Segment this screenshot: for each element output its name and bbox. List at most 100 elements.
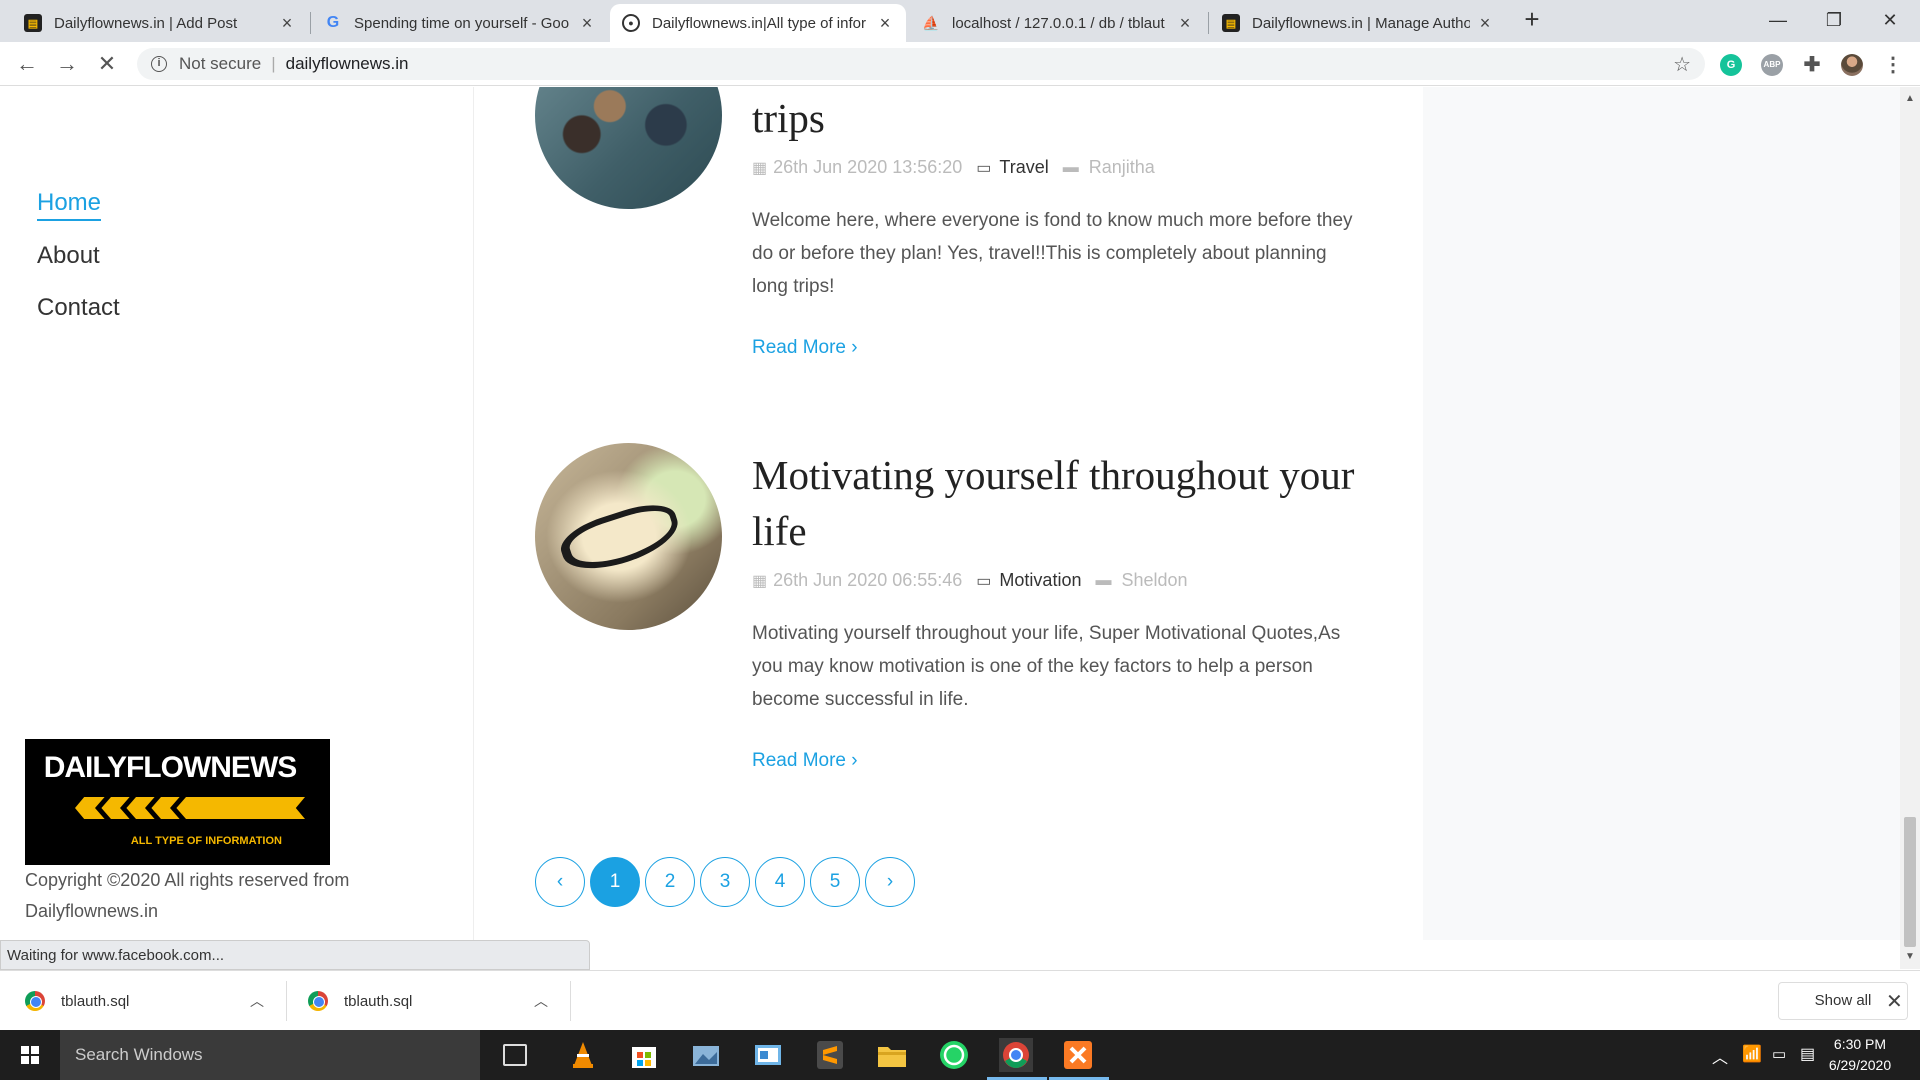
nav-contact-link[interactable]: Contact bbox=[37, 294, 120, 322]
wifi-icon[interactable]: 📶 bbox=[1742, 1044, 1762, 1080]
stop-loading-icon[interactable]: ✕ bbox=[93, 50, 121, 78]
grammarly-extension-icon[interactable]: G bbox=[1720, 54, 1742, 76]
close-icon[interactable]: × bbox=[1476, 13, 1494, 34]
chevron-right-icon: › bbox=[851, 337, 858, 358]
taskbar-clock[interactable]: 6:30 PM 6/29/2020 bbox=[1820, 1034, 1900, 1076]
post-meta: ▦ 26th Jun 2020 13:56:20 ▭ Travel ▬ Ranj… bbox=[752, 157, 1155, 178]
scrollbar-thumb[interactable] bbox=[1904, 817, 1916, 947]
bookmark-star-icon[interactable]: ☆ bbox=[1673, 52, 1691, 77]
post-thumbnail[interactable] bbox=[535, 443, 722, 630]
chrome-file-icon bbox=[25, 991, 45, 1011]
post-author: Ranjitha bbox=[1088, 157, 1155, 177]
close-icon[interactable]: × bbox=[1176, 13, 1194, 34]
loading-status: Waiting for www.facebook.com... bbox=[0, 940, 590, 970]
nav-home-link[interactable]: Home bbox=[37, 189, 102, 221]
taskbar-search[interactable]: Search Windows bbox=[60, 1030, 480, 1080]
whatsapp-icon[interactable] bbox=[937, 1038, 971, 1072]
page-4-button[interactable]: 4 bbox=[755, 857, 805, 907]
tab-dailyflownews-home[interactable]: ● Dailyflownews.in|All type of infor × bbox=[610, 4, 906, 42]
xampp-icon[interactable] bbox=[1061, 1038, 1095, 1072]
file-explorer-icon[interactable] bbox=[875, 1038, 909, 1072]
scroll-down-arrow-icon[interactable]: ▼ bbox=[1900, 951, 1920, 962]
chevron-up-icon[interactable]: ︿ bbox=[250, 991, 264, 1011]
vlc-icon[interactable] bbox=[566, 1038, 600, 1072]
kebab-menu-icon[interactable]: ⋮ bbox=[1882, 54, 1904, 76]
folder-icon: ▭ bbox=[976, 159, 992, 177]
page-5-button[interactable]: 5 bbox=[810, 857, 860, 907]
post-category[interactable]: Motivation bbox=[999, 570, 1081, 591]
scroll-up-arrow-icon[interactable]: ▲ bbox=[1900, 93, 1920, 104]
forward-arrow-icon[interactable]: → bbox=[53, 50, 81, 78]
clock-date: 6/29/2020 bbox=[1828, 1057, 1892, 1073]
chevron-up-icon[interactable]: ︿ bbox=[534, 991, 548, 1011]
url-text[interactable]: dailyflownews.in bbox=[286, 54, 409, 74]
restore-icon[interactable]: ❐ bbox=[1806, 0, 1862, 40]
chrome-taskbar-icon[interactable] bbox=[999, 1038, 1033, 1072]
post-excerpt: Welcome here, where everyone is fond to … bbox=[752, 210, 1353, 297]
tab-add-post[interactable]: ▤ Dailyflownews.in | Add Post × bbox=[12, 4, 308, 42]
phpmyadmin-favicon: ⛵ bbox=[922, 14, 940, 31]
nav-about-link[interactable]: About bbox=[37, 242, 100, 270]
read-more-label: Read More bbox=[752, 750, 846, 771]
tab-phpmyadmin[interactable]: ⛵ localhost / 127.0.0.1 / db / tblaut × bbox=[910, 4, 1206, 42]
info-icon[interactable]: i bbox=[151, 56, 167, 72]
copyright-text: Copyright ©2020 All rights reserved from… bbox=[25, 870, 350, 921]
tab-strip: ▤ Dailyflownews.in | Add Post × G Spendi… bbox=[0, 0, 1920, 42]
notification-icon[interactable]: ▤ bbox=[1800, 1044, 1815, 1080]
divider bbox=[286, 981, 287, 1021]
download-item[interactable]: tblauth.sql ︿ bbox=[25, 971, 270, 1031]
post-meta: ▦ 26th Jun 2020 06:55:46 ▭ Motivation ▬ … bbox=[752, 570, 1188, 591]
tab-manage-authors[interactable]: ▤ Dailyflownews.in | Manage Autho × bbox=[1210, 4, 1506, 42]
logo-title: DAILYFLOWNEWS bbox=[43, 751, 298, 784]
profile-avatar[interactable] bbox=[1841, 54, 1863, 76]
security-label: Not secure bbox=[179, 54, 262, 73]
start-button[interactable] bbox=[0, 1030, 60, 1080]
prev-page-button[interactable]: ‹ bbox=[535, 857, 585, 907]
post-category[interactable]: Travel bbox=[999, 157, 1048, 178]
comment-icon: ▬ bbox=[1095, 571, 1112, 589]
clock-time: 6:30 PM bbox=[1833, 1036, 1887, 1052]
tab-title: Spending time on yourself - Goo bbox=[354, 14, 570, 32]
post-title[interactable]: trips bbox=[752, 90, 1372, 146]
task-view-icon[interactable] bbox=[503, 1044, 527, 1066]
page-scrollbar[interactable]: ▲ ▼ bbox=[1900, 87, 1920, 969]
close-icon[interactable]: × bbox=[876, 13, 894, 34]
page-3-button[interactable]: 3 bbox=[700, 857, 750, 907]
extensions-puzzle-icon[interactable]: ✚ bbox=[1801, 54, 1823, 76]
show-hidden-icons-chevron-icon[interactable]: ︿ bbox=[1712, 1044, 1728, 1080]
logo-stripe bbox=[75, 797, 305, 819]
sublime-text-icon[interactable] bbox=[813, 1038, 847, 1072]
control-panel-icon[interactable] bbox=[751, 1038, 785, 1072]
folder-icon: ▭ bbox=[976, 572, 992, 590]
tab-title: Dailyflownews.in | Add Post bbox=[54, 14, 238, 32]
close-icon[interactable]: × bbox=[278, 13, 296, 34]
back-arrow-icon[interactable]: ← bbox=[13, 50, 41, 78]
glasses-illustration bbox=[555, 495, 685, 581]
page-2-button[interactable]: 2 bbox=[645, 857, 695, 907]
window-close-icon[interactable]: ✕ bbox=[1862, 0, 1918, 40]
close-downloads-icon[interactable]: ✕ bbox=[1886, 989, 1903, 1014]
post-title[interactable]: Motivating yourself throughout your life bbox=[752, 447, 1372, 559]
store-icon[interactable] bbox=[627, 1038, 661, 1072]
tab-spending-time[interactable]: G Spending time on yourself - Goo × bbox=[312, 4, 608, 42]
read-more-link[interactable]: Read More › bbox=[752, 750, 858, 772]
close-icon[interactable]: × bbox=[578, 13, 596, 34]
address-bar[interactable]: i Not secure | dailyflownews.in ☆ bbox=[137, 48, 1705, 80]
next-page-button[interactable]: › bbox=[865, 857, 915, 907]
post-list: trips ▦ 26th Jun 2020 13:56:20 ▭ Travel … bbox=[475, 87, 1423, 940]
post-thumbnail[interactable] bbox=[535, 87, 722, 209]
divider bbox=[570, 981, 571, 1021]
post-date: 26th Jun 2020 06:55:46 bbox=[773, 570, 963, 590]
battery-icon[interactable]: ▭ bbox=[1772, 1045, 1786, 1080]
read-more-link[interactable]: Read More › bbox=[752, 337, 858, 359]
minimize-icon[interactable]: — bbox=[1750, 0, 1806, 40]
download-item[interactable]: tblauth.sql ︿ bbox=[308, 971, 553, 1031]
right-sidebar bbox=[1423, 87, 1900, 940]
tab-title: localhost / 127.0.0.1 / db / tblaut bbox=[952, 14, 1165, 32]
adblock-plus-extension-icon[interactable]: ABP bbox=[1761, 54, 1783, 76]
download-filename: tblauth.sql bbox=[344, 992, 413, 1010]
photos-app-icon[interactable] bbox=[689, 1038, 723, 1072]
page-1-button[interactable]: 1 bbox=[590, 857, 640, 907]
new-tab-button[interactable]: + bbox=[1518, 6, 1546, 34]
site-logo[interactable]: DAILYFLOWNEWS ALL TYPE OF INFORMATION bbox=[25, 739, 330, 865]
